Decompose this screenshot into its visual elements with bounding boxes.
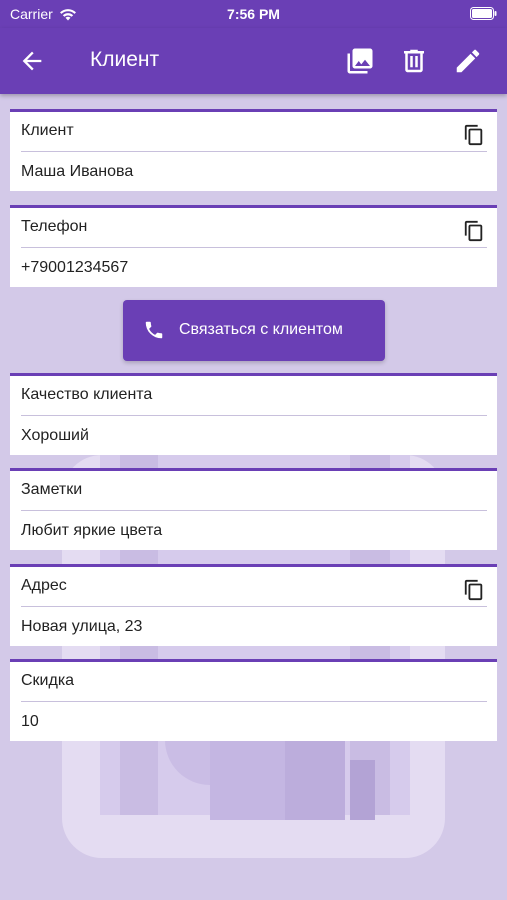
divider [21,415,487,416]
field-value: 10 [21,713,39,730]
divider [21,701,487,702]
image-gallery-icon[interactable] [345,46,375,76]
divider [21,151,487,152]
divider [21,510,487,511]
field-label: Клиент [21,122,74,139]
field-card-address: Адрес Новая улица, 23 [10,564,497,646]
field-card-phone: Телефон +79001234567 [10,205,497,287]
status-time: 7:56 PM [227,6,280,22]
field-value: +79001234567 [21,259,129,276]
copy-icon[interactable] [463,124,485,146]
app-bar: Клиент [0,28,507,94]
field-label: Адрес [21,577,67,594]
divider [21,247,487,248]
copy-icon[interactable] [463,579,485,601]
trash-icon[interactable] [399,46,429,76]
field-value: Маша Иванова [21,163,134,180]
field-label: Скидка [21,672,75,689]
field-value: Новая улица, 23 [21,618,143,635]
field-value: Хороший [21,427,89,444]
field-card-notes: Заметки Любит яркие цвета [10,468,497,550]
field-card-quality: Качество клиента Хороший [10,373,497,455]
copy-icon[interactable] [463,220,485,242]
field-label: Заметки [21,481,83,498]
contact-client-button[interactable]: Связаться с клиентом [123,300,385,361]
field-card-client: Клиент Маша Иванова [10,109,497,191]
contact-button-label: Связаться с клиентом [179,321,343,338]
pencil-icon[interactable] [453,46,483,76]
field-card-discount: Скидка 10 [10,659,497,741]
field-label: Телефон [21,218,88,235]
arrow-left-icon[interactable] [18,47,46,75]
divider [21,606,487,607]
field-label: Качество клиента [21,386,153,403]
page-title: Клиент [90,48,160,71]
status-bar: Carrier 7:56 PM [0,0,507,28]
battery-icon [470,7,497,20]
field-value: Любит яркие цвета [21,522,163,539]
phone-icon [145,321,163,339]
